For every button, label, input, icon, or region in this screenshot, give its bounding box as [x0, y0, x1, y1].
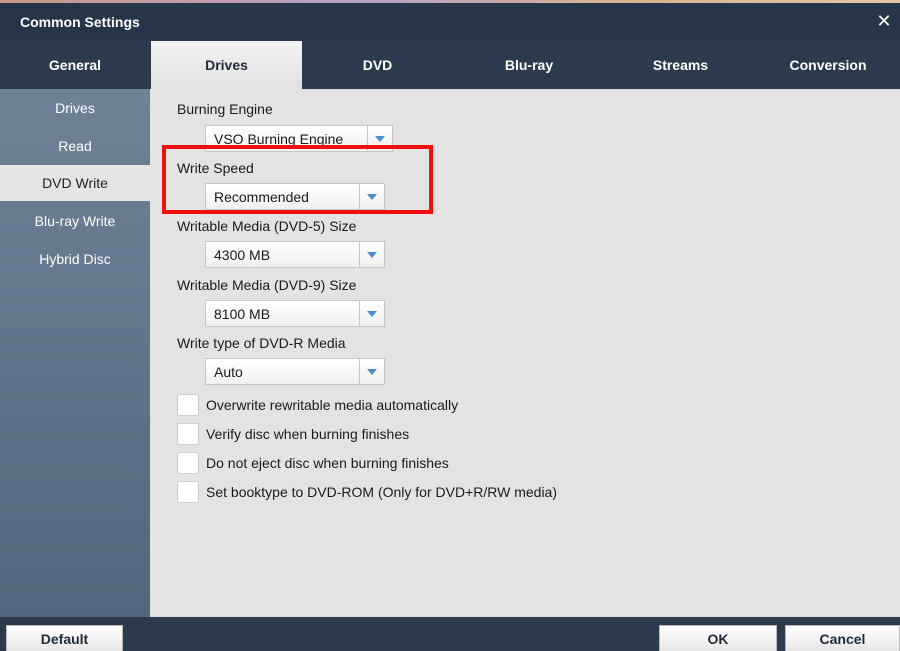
tab-conversion[interactable]: Conversion	[756, 41, 900, 89]
dvd9-size-select[interactable]: 8100 MB	[205, 300, 385, 327]
tab-drives[interactable]: Drives	[151, 41, 302, 89]
checkbox-box[interactable]	[177, 481, 199, 503]
close-icon[interactable]: ✕	[874, 11, 894, 31]
dvd5-size-select[interactable]: 4300 MB	[205, 241, 385, 268]
sidebar-item-drives[interactable]: Drives	[0, 90, 150, 126]
chevron-down-icon	[359, 301, 384, 326]
checkbox-box[interactable]	[177, 394, 199, 416]
cancel-button[interactable]: Cancel	[785, 625, 900, 651]
dvd5-size-value: 4300 MB	[214, 247, 271, 263]
sidebar-item-blu-ray-write[interactable]: Blu-ray Write	[0, 203, 150, 239]
burning-engine-label: Burning Engine	[177, 101, 273, 117]
ok-button[interactable]: OK	[659, 625, 777, 651]
sidebar: Drives Read DVD Write Blu-ray Write Hybr…	[0, 89, 150, 617]
checkbox-box[interactable]	[177, 452, 199, 474]
overwrite-rewritable-checkbox[interactable]: Overwrite rewritable media automatically	[177, 394, 458, 416]
sidebar-item-dvd-write[interactable]: DVD Write	[0, 165, 150, 201]
tab-bar: General Drives DVD Blu-ray Streams Conve…	[0, 41, 900, 89]
chevron-down-icon	[359, 359, 384, 384]
dvd9-size-label: Writable Media (DVD-9) Size	[177, 277, 357, 293]
tab-general[interactable]: General	[0, 41, 150, 89]
dvd5-size-label: Writable Media (DVD-5) Size	[177, 218, 357, 234]
title-bar: Common Settings ✕	[0, 3, 900, 41]
tab-blu-ray[interactable]: Blu-ray	[453, 41, 605, 89]
dvdr-write-type-label: Write type of DVD-R Media	[177, 335, 346, 351]
chevron-down-icon	[359, 242, 384, 267]
checkbox-label: Overwrite rewritable media automatically	[206, 397, 459, 413]
dvdr-write-type-value: Auto	[214, 364, 243, 380]
window-title: Common Settings	[20, 14, 140, 30]
booktype-dvd-rom-checkbox[interactable]: Set booktype to DVD-ROM (Only for DVD+R/…	[177, 481, 557, 503]
sidebar-item-read[interactable]: Read	[0, 128, 150, 164]
tab-dvd[interactable]: DVD	[302, 41, 453, 89]
sidebar-item-hybrid-disc[interactable]: Hybrid Disc	[0, 241, 150, 277]
dvdr-write-type-select[interactable]: Auto	[205, 358, 385, 385]
checkbox-label: Do not eject disc when burning finishes	[206, 455, 449, 471]
verify-disc-checkbox[interactable]: Verify disc when burning finishes	[177, 423, 409, 445]
write-speed-highlight-box	[162, 145, 433, 214]
checkbox-label: Set booktype to DVD-ROM (Only for DVD+R/…	[206, 484, 558, 500]
checkbox-label: Verify disc when burning finishes	[206, 426, 410, 442]
footer-bar: Default OK Cancel	[0, 617, 900, 651]
tab-streams[interactable]: Streams	[605, 41, 756, 89]
do-not-eject-checkbox[interactable]: Do not eject disc when burning finishes	[177, 452, 449, 474]
checkbox-box[interactable]	[177, 423, 199, 445]
default-button[interactable]: Default	[6, 625, 123, 651]
dvd9-size-value: 8100 MB	[214, 306, 271, 322]
